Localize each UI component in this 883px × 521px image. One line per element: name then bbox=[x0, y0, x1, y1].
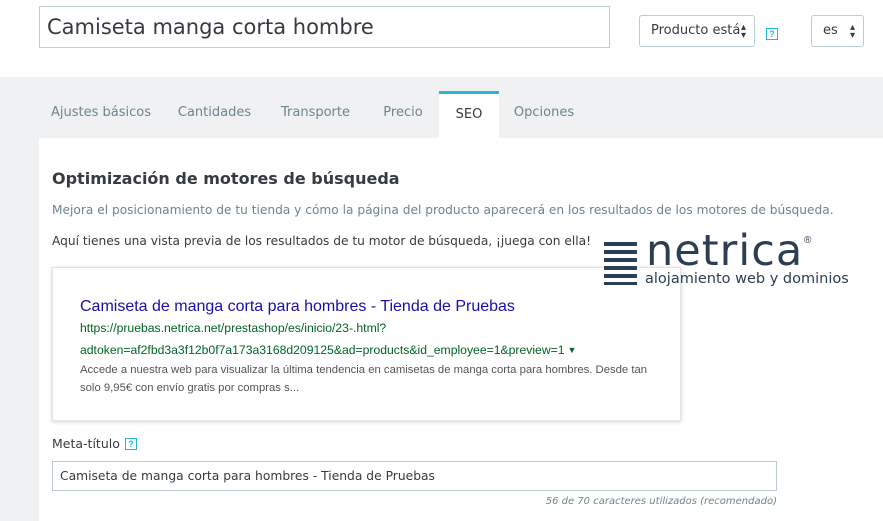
meta-title-char-count: 56 de 70 caracteres utilizados (recomend… bbox=[545, 496, 777, 507]
language-select[interactable]: es ▴ ▾ bbox=[811, 15, 864, 47]
help-icon[interactable]: ? bbox=[766, 28, 778, 40]
select-arrows-icon: ▴ ▾ bbox=[740, 22, 746, 41]
logo-tagline: alojamiento web y dominios bbox=[645, 271, 849, 287]
preview-url-line2: adtoken=af2fbd3a3f12b0f7a173a3168d209125… bbox=[80, 342, 600, 358]
tab-transporte[interactable]: Transporte bbox=[269, 91, 362, 138]
language-value: es bbox=[823, 23, 838, 38]
netrica-logo-icon bbox=[604, 242, 637, 285]
meta-title-label: Meta-título bbox=[52, 436, 120, 451]
netrica-logo: netrica ® alojamiento web y dominios bbox=[604, 227, 849, 291]
tab-cantidades[interactable]: Cantidades bbox=[168, 91, 261, 138]
preview-intro: Aquí tienes una vista previa de los resu… bbox=[52, 234, 591, 248]
section-title: Optimización de motores de búsqueda bbox=[52, 169, 400, 188]
logo-registered-mark: ® bbox=[804, 235, 812, 246]
logo-wordmark: netrica bbox=[646, 226, 804, 276]
product-type-select[interactable]: Producto está ▴ ▾ bbox=[639, 15, 755, 47]
tab-seo[interactable]: SEO bbox=[439, 91, 499, 138]
preview-description: Accede a nuestra web para visualizar la … bbox=[80, 364, 648, 394]
preview-title-link[interactable]: Camiseta de manga corta para hombres - T… bbox=[80, 298, 515, 316]
section-description: Mejora el posicionamiento de tu tienda y… bbox=[52, 203, 834, 217]
tab-precio[interactable]: Precio bbox=[370, 91, 436, 138]
product-name-input[interactable]: Camiseta manga corta hombre bbox=[39, 6, 610, 48]
tab-ajustes-basicos[interactable]: Ajustes básicos bbox=[42, 91, 160, 138]
tab-opciones[interactable]: Opciones bbox=[504, 91, 584, 138]
select-arrows-icon: ▴ ▾ bbox=[849, 22, 855, 41]
meta-title-input[interactable]: Camiseta de manga corta para hombres - T… bbox=[52, 461, 777, 491]
preview-url-text: adtoken=af2fbd3a3f12b0f7a173a3168d209125… bbox=[80, 343, 565, 357]
help-icon[interactable]: ? bbox=[125, 438, 137, 450]
preview-url: https://pruebas.netrica.net/prestashop/e… bbox=[80, 321, 387, 335]
product-type-value: Producto está bbox=[651, 23, 741, 38]
url-dropdown-caret-icon: ▼ bbox=[567, 345, 577, 355]
